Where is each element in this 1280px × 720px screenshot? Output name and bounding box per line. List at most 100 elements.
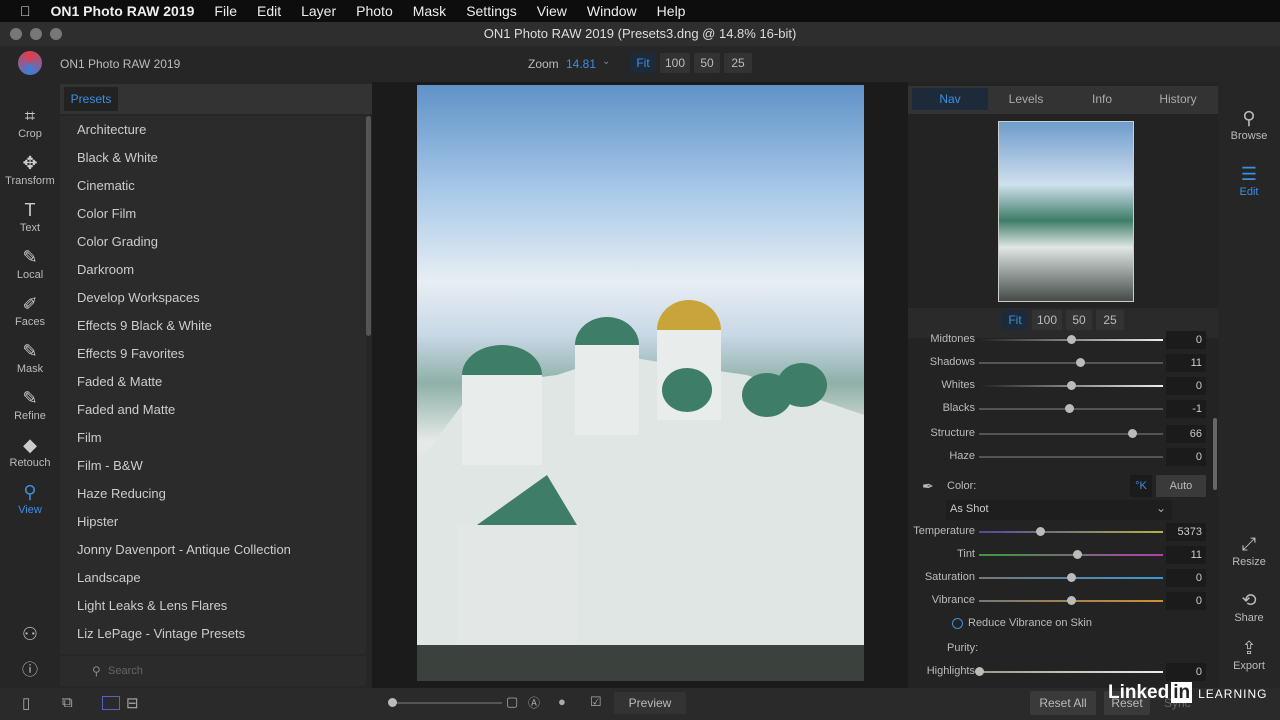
white-balance-select[interactable]: As Shot ⌄ (946, 500, 1172, 520)
slider-knob[interactable] (1067, 335, 1076, 344)
photo-image[interactable] (417, 85, 864, 681)
tool-refine[interactable]: ✎ Refine (0, 388, 60, 422)
slider-vibrance[interactable]: Vibrance 0 (908, 591, 1218, 611)
preset-item[interactable]: Faded & Matte (77, 374, 162, 389)
preset-item[interactable]: Film - B&W (77, 458, 143, 473)
tool-mask[interactable]: ✎ Mask (0, 341, 60, 375)
nav-100-button[interactable]: 100 (1032, 310, 1062, 330)
preset-item[interactable]: Cinematic (77, 178, 135, 193)
slider-knob[interactable] (1127, 429, 1137, 438)
slider-knob[interactable] (1065, 404, 1075, 413)
nav-50-button[interactable]: 50 (1066, 310, 1092, 330)
slider-value-field[interactable]: 5373 (1166, 523, 1206, 541)
menu-edit[interactable]: Edit (257, 3, 281, 19)
tab-levels[interactable]: Levels (988, 88, 1064, 110)
preset-item[interactable]: Color Film (77, 206, 136, 221)
export-button[interactable]: ⇪ Export (1218, 638, 1280, 672)
mask-overlay-icon[interactable]: ● (558, 694, 566, 709)
frame-icon[interactable]: ▢ (506, 694, 518, 710)
tool-view[interactable]: ⚲ View (0, 482, 60, 516)
close-button[interactable] (10, 28, 22, 40)
resize-button[interactable]: ⤢ Resize (1218, 534, 1280, 568)
navigator-thumbnail[interactable] (998, 121, 1134, 302)
nav-25-button[interactable]: 25 (1096, 310, 1124, 330)
reduce-vibrance-radio[interactable] (952, 618, 963, 629)
preset-item[interactable]: Light Leaks & Lens Flares (77, 598, 227, 613)
compare-view-icon[interactable]: ⊟ (126, 694, 139, 712)
minimize-button[interactable] (30, 28, 42, 40)
tab-history[interactable]: History (1140, 88, 1216, 110)
slider-value-field[interactable]: 66 (1166, 425, 1206, 443)
tab-nav[interactable]: Nav (912, 88, 988, 110)
auto-button[interactable]: Auto (1156, 475, 1206, 497)
tool-crop[interactable]: ⌗ Crop (0, 106, 60, 140)
slider-track[interactable] (979, 531, 1163, 533)
slider-value-field[interactable]: 11 (1166, 354, 1206, 372)
preview-button[interactable]: Preview (614, 692, 686, 714)
slider-temperature[interactable]: Temperature 5373 (908, 522, 1218, 542)
tab-info[interactable]: Info (1064, 88, 1140, 110)
zoom-fit-button[interactable]: Fit (630, 53, 656, 73)
browse-button[interactable]: ⚲ Browse (1218, 108, 1280, 142)
slider-knob[interactable] (1067, 596, 1076, 605)
preset-item[interactable]: Color Grading (77, 234, 158, 249)
search-field[interactable]: ⚲ Search (60, 656, 366, 686)
edit-button[interactable]: ☰ Edit (1218, 164, 1280, 198)
menu-help[interactable]: Help (657, 3, 686, 19)
slider-knob[interactable] (1076, 358, 1086, 367)
preset-item[interactable]: Liz LePage - Vintage Presets (77, 626, 245, 641)
preset-item[interactable]: Haze Reducing (77, 486, 166, 501)
zoom-25-button[interactable]: 25 (724, 53, 752, 73)
slider-value-field[interactable]: 0 (1166, 448, 1206, 466)
slider-value-field[interactable]: 0 (1166, 663, 1206, 681)
text-overlay-icon[interactable]: Ⓐ (528, 694, 540, 711)
slider-knob[interactable] (975, 667, 984, 676)
preset-item[interactable]: Effects 9 Favorites (77, 346, 184, 361)
zoom-slider-knob[interactable] (388, 698, 397, 707)
user-icon[interactable]: ⚇ (0, 624, 60, 645)
zoom-value[interactable]: 14.81 (566, 57, 596, 71)
menu-file[interactable]: File (214, 3, 237, 19)
preset-item[interactable]: Hipster (77, 514, 118, 529)
chevron-down-icon[interactable]: ⌄ (602, 56, 610, 67)
preset-item[interactable]: Architecture (77, 122, 146, 137)
slider-track[interactable] (979, 554, 1163, 556)
preset-item[interactable]: Develop Workspaces (77, 290, 200, 305)
slider-value-field[interactable]: -1 (1166, 400, 1206, 418)
slider-value-field[interactable]: 0 (1166, 331, 1206, 349)
help-icon[interactable]: ⓘ (0, 656, 60, 680)
slider-track[interactable] (979, 362, 1163, 364)
menu-settings[interactable]: Settings (466, 3, 517, 19)
slider-saturation[interactable]: Saturation 0 (908, 568, 1218, 588)
slider-midtones[interactable]: Midtones 0 (908, 330, 1218, 350)
tab-presets[interactable]: Presets (64, 87, 118, 111)
tool-faces[interactable]: ✐ Faces (0, 294, 60, 328)
preset-item[interactable]: Landscape (77, 570, 141, 585)
eyedropper-icon[interactable]: ✒ (922, 478, 934, 495)
slider-highlights[interactable]: Highlights 0 (908, 662, 1218, 682)
menu-view[interactable]: View (537, 3, 567, 19)
slider-track[interactable] (979, 456, 1163, 458)
slider-value-field[interactable]: 0 (1166, 377, 1206, 395)
kelvin-button[interactable]: °K (1130, 475, 1152, 497)
slider-tint[interactable]: Tint 11 (908, 545, 1218, 565)
slider-knob[interactable] (1035, 527, 1045, 536)
menu-window[interactable]: Window (587, 3, 637, 19)
slider-track[interactable] (979, 671, 1163, 673)
slider-value-field[interactable]: 0 (1166, 592, 1206, 610)
filmstrip-icon[interactable]: ⧉ (62, 694, 73, 711)
apple-icon[interactable]:  (20, 3, 31, 19)
slider-knob[interactable] (1067, 573, 1076, 582)
preset-item[interactable]: Jonny Davenport - Antique Collection (77, 542, 291, 557)
scrollbar[interactable] (366, 116, 371, 336)
preset-item[interactable]: Film (77, 430, 102, 445)
slider-structure[interactable]: Structure 66 (908, 424, 1218, 444)
share-button[interactable]: ⟲ Share (1218, 590, 1280, 624)
preset-item[interactable]: Black & White (77, 150, 158, 165)
single-view-icon[interactable] (102, 696, 120, 710)
menu-photo[interactable]: Photo (356, 3, 393, 19)
scrollbar[interactable] (1213, 418, 1217, 490)
menu-layer[interactable]: Layer (301, 3, 336, 19)
slider-haze[interactable]: Haze 0 (908, 447, 1218, 467)
search-input[interactable]: Search (108, 665, 143, 677)
